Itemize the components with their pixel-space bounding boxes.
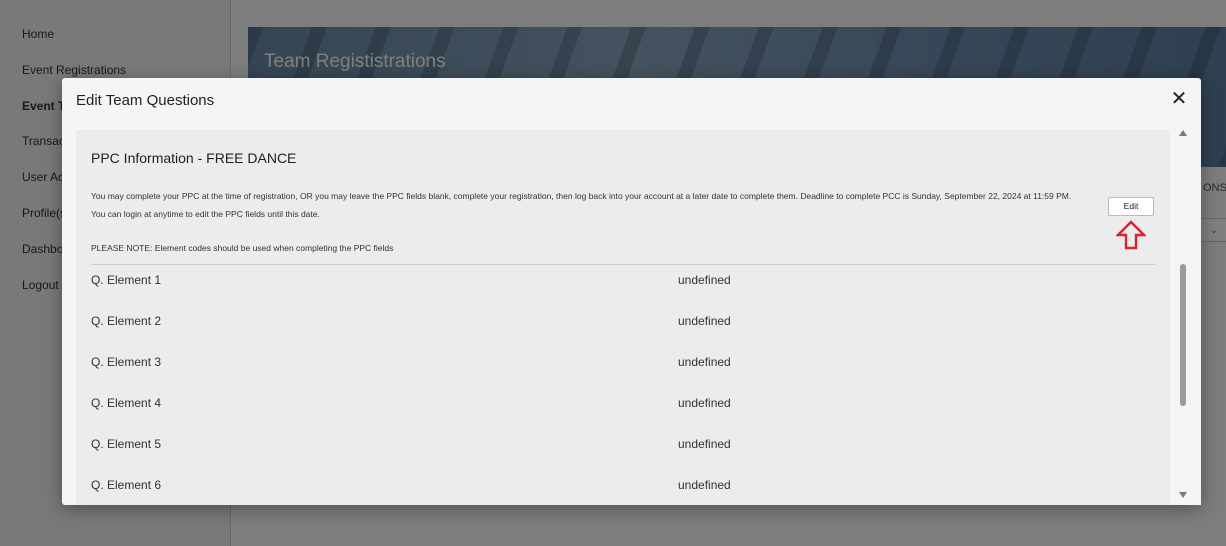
question-label: Q. Element 3 [91,355,162,369]
question-value: undefined [678,273,731,287]
question-row: Q. Element 1 undefined [91,273,1155,293]
question-value: undefined [678,478,731,492]
modal-body: PPC Information - FREE DANCE You may com… [76,130,1170,505]
question-value: undefined [678,314,731,328]
modal-scrollbar[interactable] [1170,122,1201,505]
scroll-thumb[interactable] [1180,264,1186,406]
ppc-description: You may complete your PPC at the time of… [91,191,1072,219]
modal-title: Edit Team Questions [76,92,215,109]
question-label: Q. Element 6 [91,478,162,492]
section-title: PPC Information - FREE DANCE [91,150,297,166]
question-row: Q. Element 6 undefined [91,478,1155,498]
question-row: Q. Element 3 undefined [91,355,1155,375]
question-label: Q. Element 2 [91,314,162,328]
close-button[interactable]: ✕ [1169,88,1189,110]
question-value: undefined [678,355,731,369]
up-arrow-annotation-icon [1116,220,1146,250]
ppc-note: PLEASE NOTE: Element codes should be use… [91,243,394,253]
edit-button[interactable]: Edit [1108,197,1154,216]
question-label: Q. Element 4 [91,396,162,410]
section-divider [91,264,1155,265]
question-row: Q. Element 5 undefined [91,437,1155,457]
question-row: Q. Element 2 undefined [91,314,1155,334]
scroll-up-arrow-icon[interactable] [1179,130,1187,136]
scroll-down-arrow-icon[interactable] [1179,492,1187,498]
question-value: undefined [678,396,731,410]
question-value: undefined [678,437,731,451]
question-label: Q. Element 1 [91,273,162,287]
question-label: Q. Element 5 [91,437,162,451]
modal-header: Edit Team Questions ✕ [62,78,1201,122]
question-row: Q. Element 4 undefined [91,396,1155,416]
edit-team-questions-modal: Edit Team Questions ✕ PPC Information - … [62,78,1201,505]
